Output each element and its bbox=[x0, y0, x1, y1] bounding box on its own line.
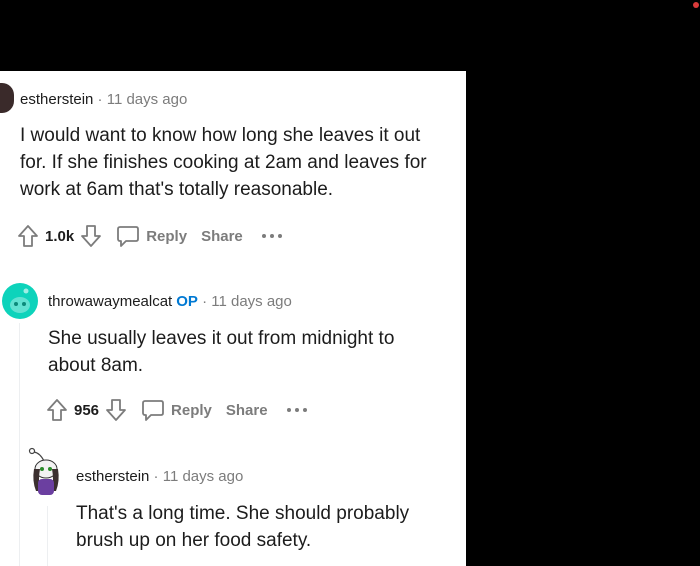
comment-meta: throwawaymealcat OP · 11 days ago bbox=[48, 293, 292, 310]
share-label: Share bbox=[201, 227, 243, 245]
comment-actions: 956 Reply Share bbox=[46, 396, 308, 424]
username[interactable]: estherstein bbox=[76, 468, 149, 485]
more-options-icon bbox=[286, 406, 308, 414]
avatar[interactable] bbox=[2, 283, 38, 319]
comment-actions: 1.0k Reply Share bbox=[17, 222, 283, 250]
comment-bubble-icon bbox=[141, 398, 165, 422]
downvote-icon[interactable] bbox=[80, 224, 102, 248]
downvote-icon[interactable] bbox=[105, 398, 127, 422]
comment-bubble-icon bbox=[116, 224, 140, 248]
separator: · bbox=[153, 468, 159, 485]
thread-line[interactable] bbox=[19, 323, 20, 566]
more-options-button[interactable] bbox=[261, 232, 283, 240]
comment-meta: estherstein · 11 days ago bbox=[76, 468, 243, 485]
comment-body: She usually leaves it out from midnight … bbox=[48, 325, 394, 379]
avatar[interactable] bbox=[26, 447, 66, 497]
vote-count: 1.0k bbox=[45, 227, 75, 245]
comment-line: I would want to know how long she leaves… bbox=[20, 125, 421, 146]
reply-button[interactable]: Reply bbox=[116, 224, 187, 248]
comment-meta: estherstein · 11 days ago bbox=[20, 91, 187, 108]
op-badge: OP bbox=[176, 293, 198, 310]
share-button[interactable]: Share bbox=[226, 402, 268, 419]
snoo-avatar-icon bbox=[10, 288, 30, 313]
more-options-button[interactable] bbox=[286, 406, 308, 414]
comment-line: brush up on her food safety. bbox=[76, 530, 312, 551]
snoo-avatar-icon bbox=[28, 447, 59, 495]
notification-dot bbox=[693, 2, 699, 8]
vote-count: 956 bbox=[74, 401, 100, 419]
username[interactable]: estherstein bbox=[20, 91, 93, 108]
share-button[interactable]: Share bbox=[201, 228, 243, 245]
separator: · bbox=[97, 91, 103, 108]
separator: · bbox=[202, 293, 208, 310]
avatar[interactable] bbox=[0, 83, 14, 113]
comment-line: for. If she finishes cooking at 2am and … bbox=[20, 152, 427, 173]
timestamp[interactable]: 11 days ago bbox=[107, 91, 188, 108]
reply-label: Reply bbox=[146, 227, 188, 245]
username[interactable]: throwawaymealcat bbox=[48, 293, 172, 310]
timestamp[interactable]: 11 days ago bbox=[211, 293, 292, 310]
comment-line: work at 6am that's totally reasonable. bbox=[20, 179, 334, 200]
comment-body: I would want to know how long she leaves… bbox=[20, 122, 427, 203]
comment-line: about 8am. bbox=[48, 355, 144, 376]
comment-line: That's a long time. She should probably bbox=[76, 503, 410, 524]
timestamp[interactable]: 11 days ago bbox=[163, 468, 244, 485]
upvote-icon[interactable] bbox=[17, 224, 39, 248]
more-options-icon bbox=[261, 232, 283, 240]
thread-line[interactable] bbox=[47, 506, 48, 566]
share-label: Share bbox=[225, 401, 268, 419]
upvote-icon[interactable] bbox=[46, 398, 68, 422]
comment-body: That's a long time. She should probably … bbox=[76, 500, 409, 554]
comment-thread: estherstein · 11 days ago I would want t… bbox=[0, 71, 466, 566]
reply-button[interactable]: Reply bbox=[141, 398, 212, 422]
reply-label: Reply bbox=[171, 401, 212, 419]
comment-line: She usually leaves it out from midnight … bbox=[48, 328, 395, 349]
